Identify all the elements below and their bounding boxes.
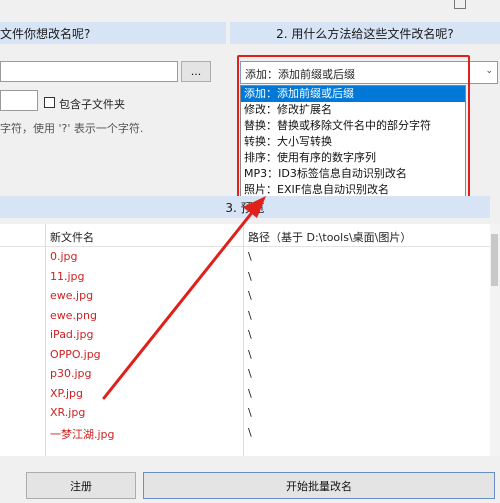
table-header: 新文件名 路径（基于 D:\tools\桌面\图片） <box>0 224 490 247</box>
row-path: \ <box>248 406 252 419</box>
wildcard-hint: 字符，使用 '?' 表示一个字符. <box>0 122 144 135</box>
table-row[interactable]: OPPO.jpg \ <box>0 345 490 365</box>
scrollbar-thumb[interactable] <box>491 234 498 286</box>
section3-title: 3. 预览 <box>225 200 265 215</box>
chevron-down-icon: ⌄ <box>485 66 493 76</box>
section1-header: 文件你想改名呢? <box>0 22 226 44</box>
table-row[interactable]: p30.jpg \ <box>0 364 490 384</box>
table-row[interactable]: 一梦江湖.jpg \ <box>0 423 490 443</box>
row-path: \ <box>248 425 252 439</box>
table-row[interactable]: iPad.jpg \ <box>0 325 490 345</box>
row-path: \ <box>248 269 252 283</box>
preview-table: 新文件名 路径（基于 D:\tools\桌面\图片） 0.jpg \ 11.jpg \… <box>0 224 490 456</box>
table-row[interactable]: XR.jpg \ <box>0 403 490 423</box>
row-new-name: 一梦江湖.jpg <box>50 427 115 441</box>
filter-input[interactable] <box>0 90 38 111</box>
highlight-box <box>237 55 470 200</box>
row-new-name: XR.jpg <box>50 406 86 419</box>
section3-header: 3. 预览 <box>0 196 490 218</box>
browse-button[interactable]: ... <box>181 61 211 82</box>
register-button[interactable]: 注册 <box>26 472 136 499</box>
table-row[interactable]: ewe.jpg \ <box>0 286 490 306</box>
table-row[interactable]: 0.jpg \ <box>0 247 490 267</box>
row-new-name: 11.jpg <box>50 269 85 283</box>
column-new-name[interactable]: 新文件名 <box>50 229 94 245</box>
row-new-name: XP.jpg <box>50 386 83 400</box>
table-scrollbar[interactable] <box>490 224 500 456</box>
table-row[interactable]: XP.jpg \ <box>0 384 490 404</box>
row-path: \ <box>248 386 252 400</box>
row-new-name: ewe.jpg <box>50 289 94 302</box>
row-path: \ <box>248 367 252 380</box>
include-subfolders-label: 包含子文件夹 <box>59 98 125 111</box>
row-new-name: p30.jpg <box>50 367 92 380</box>
title-bar-strip <box>0 0 500 16</box>
row-new-name: iPad.jpg <box>50 328 94 341</box>
table-row[interactable]: 11.jpg \ <box>0 267 490 287</box>
row-new-name: OPPO.jpg <box>50 347 101 361</box>
section2-title: 2. 用什么方法给这些文件改名呢? <box>276 26 454 41</box>
start-rename-button[interactable]: 开始批量改名 <box>143 472 495 499</box>
table-row[interactable]: ewe.png \ <box>0 306 490 326</box>
row-path: \ <box>248 328 252 341</box>
row-path: \ <box>248 347 252 361</box>
row-new-name: ewe.png <box>50 308 97 322</box>
include-subfolders-checkbox[interactable] <box>44 97 55 108</box>
folder-path-input[interactable] <box>0 61 178 82</box>
section1-title: 文件你想改名呢? <box>0 26 91 41</box>
section2-header: 2. 用什么方法给这些文件改名呢? <box>230 22 500 44</box>
row-path: \ <box>248 250 252 263</box>
column-path[interactable]: 路径（基于 D:\tools\桌面\图片） <box>248 229 411 245</box>
row-new-name: 0.jpg <box>50 250 78 263</box>
row-path: \ <box>248 289 252 302</box>
maximize-icon[interactable] <box>454 0 466 9</box>
row-path: \ <box>248 308 252 322</box>
